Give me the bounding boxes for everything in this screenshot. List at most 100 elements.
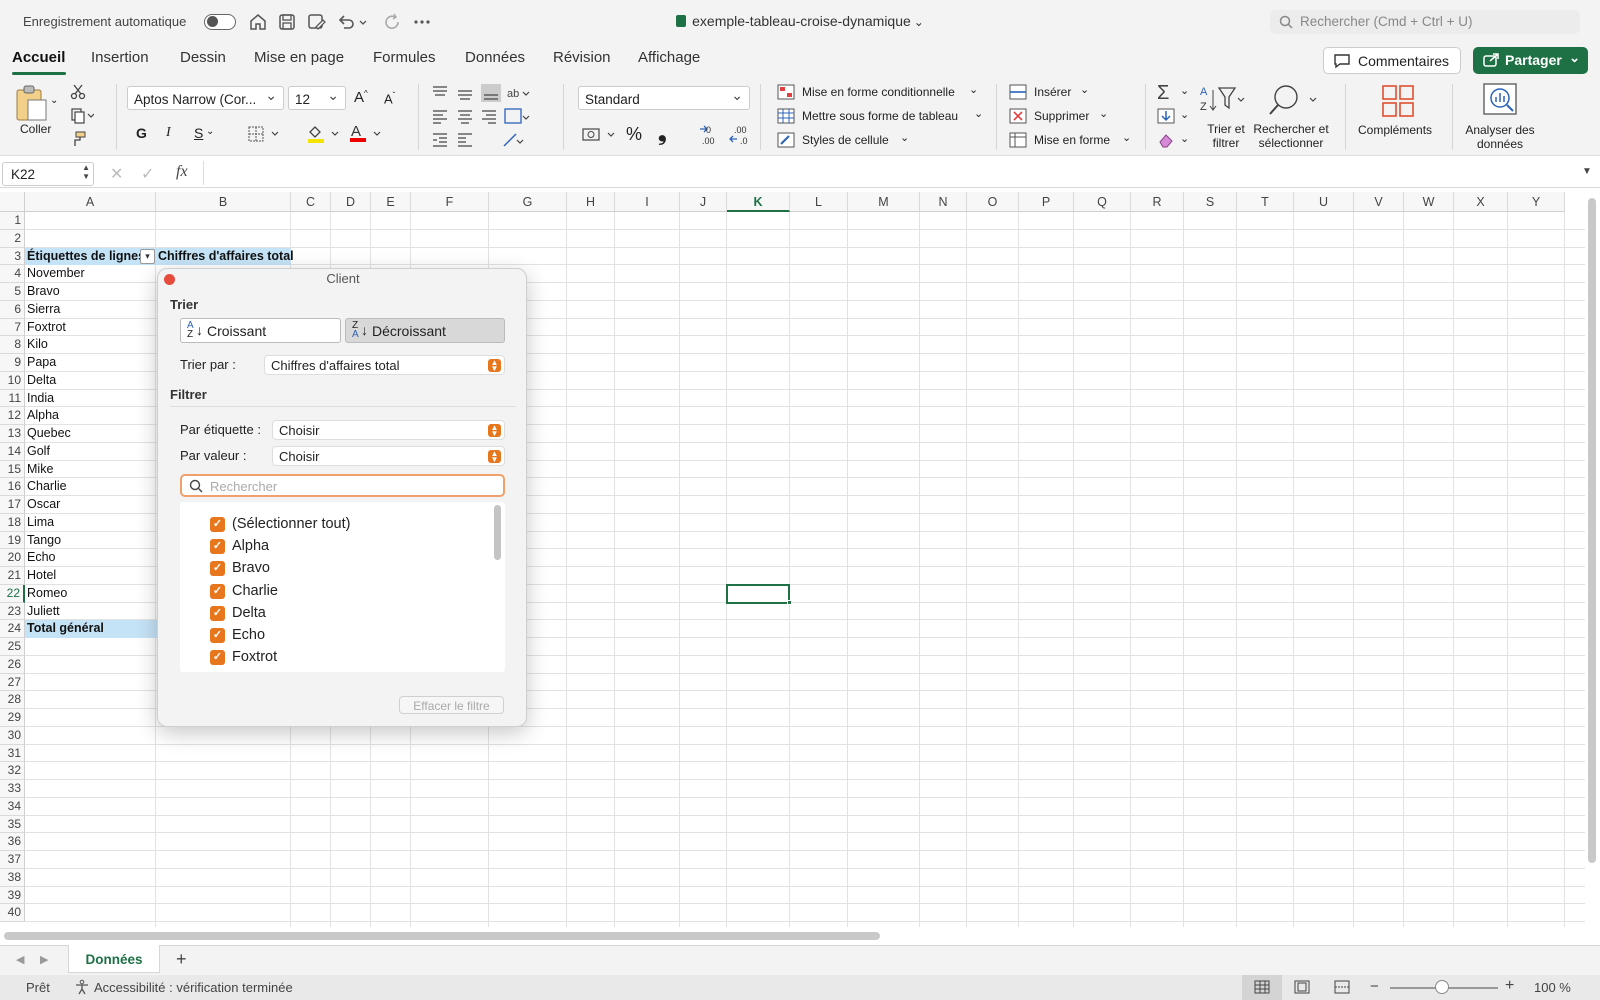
row-header-32[interactable]: 32 xyxy=(0,762,25,780)
decrease-decimal-icon[interactable]: .00.0 xyxy=(728,124,750,146)
filter-search-input[interactable]: Rechercher xyxy=(180,474,505,497)
row-header-2[interactable]: 2 xyxy=(0,229,25,248)
chevron-down-icon[interactable]: ⌄ xyxy=(1180,84,1189,97)
add-sheet-button[interactable]: + xyxy=(176,949,187,970)
search-box[interactable]: Rechercher (Cmd + Ctrl + U) xyxy=(1270,10,1580,34)
column-header-a[interactable]: A xyxy=(25,192,156,212)
row-header-39[interactable]: 39 xyxy=(0,886,25,905)
row-header-30[interactable]: 30 xyxy=(0,726,25,745)
format-painter-icon[interactable] xyxy=(70,131,86,147)
checkbox-checked-icon[interactable]: ✓ xyxy=(210,650,225,666)
chevron-down-icon[interactable]: ⌄ xyxy=(1180,132,1189,145)
sort-descending-button[interactable]: Z A ↓ Décroissant xyxy=(345,318,505,343)
zoom-slider-handle[interactable] xyxy=(1435,980,1449,994)
tab-formules[interactable]: Formules xyxy=(373,49,436,66)
row-header-12[interactable]: 12 xyxy=(0,407,25,425)
fill-icon[interactable] xyxy=(1157,108,1175,124)
row-header-40[interactable]: 40 xyxy=(0,904,25,922)
column-header-y[interactable]: Y xyxy=(1508,192,1565,212)
conditional-format-button[interactable]: Mise en forme conditionnelle xyxy=(802,85,955,99)
pivot-row-label[interactable]: Papa xyxy=(25,354,156,372)
clear-icon[interactable] xyxy=(1157,132,1175,148)
row-header-29[interactable]: 29 xyxy=(0,709,25,727)
chevron-down-icon[interactable]: ⌄ xyxy=(900,131,909,144)
by-value-select[interactable]: Choisir ▲ ▼ xyxy=(272,446,505,466)
bold-button[interactable]: G xyxy=(136,125,147,141)
pivot-row-label[interactable]: Kilo xyxy=(25,336,156,354)
checkbox-checked-icon[interactable]: ✓ xyxy=(210,583,225,599)
row-header-26[interactable]: 26 xyxy=(0,655,25,674)
chevron-down-icon[interactable]: ⌄ xyxy=(974,107,983,120)
find-select-icon[interactable] xyxy=(1268,84,1320,116)
column-header-o[interactable]: O xyxy=(967,192,1019,212)
chevron-down-icon[interactable]: ⌄ xyxy=(914,15,924,29)
comma-button[interactable]: ❟ xyxy=(658,120,667,146)
sort-by-select[interactable]: Chiffres d'affaires total ▲ ▼ xyxy=(264,355,505,375)
row-header-25[interactable]: 25 xyxy=(0,638,25,656)
tab-donnees[interactable]: Données xyxy=(465,49,525,66)
column-header-i[interactable]: I xyxy=(615,192,680,212)
chevron-down-icon[interactable]: ⌄ xyxy=(1080,83,1089,96)
column-header-h[interactable]: H xyxy=(567,192,615,212)
autosum-icon[interactable]: Σ xyxy=(1157,82,1169,105)
checkbox-checked-icon[interactable]: ✓ xyxy=(210,561,225,577)
column-header-c[interactable]: C xyxy=(291,192,331,212)
column-header-j[interactable]: J xyxy=(680,192,727,212)
save-icon[interactable] xyxy=(277,12,297,32)
pivot-row-label[interactable]: Charlie xyxy=(25,478,156,496)
increase-decimal-icon[interactable]: 0.00 xyxy=(698,124,720,146)
list-scrollbar[interactable] xyxy=(494,505,501,560)
pivot-row-label[interactable]: Alpha xyxy=(25,407,156,425)
next-sheet-icon[interactable]: ▶ xyxy=(40,953,48,966)
pivot-row-labels-header[interactable]: Étiquettes de lignes xyxy=(25,247,156,266)
row-header-4[interactable]: 4 xyxy=(0,265,25,283)
italic-button[interactable]: I xyxy=(166,125,171,141)
pivot-row-label[interactable]: Hotel xyxy=(25,567,156,585)
format-cells-icon[interactable] xyxy=(1009,132,1027,148)
pivot-row-label[interactable]: Oscar xyxy=(25,496,156,514)
document-title-text[interactable]: exemple-tableau-croise-dynamique xyxy=(692,13,911,29)
column-header-u[interactable]: U xyxy=(1294,192,1354,212)
column-header-d[interactable]: D xyxy=(331,192,371,212)
by-label-select[interactable]: Choisir ▲ ▼ xyxy=(272,420,505,440)
comments-button[interactable]: Commentaires xyxy=(1323,47,1461,74)
row-header-24[interactable]: 24 xyxy=(0,620,25,638)
row-header-6[interactable]: 6 xyxy=(0,300,25,319)
pivot-row-label[interactable]: Juliett xyxy=(25,603,156,621)
row-header-18[interactable]: 18 xyxy=(0,513,25,532)
vertical-scrollbar[interactable] xyxy=(1588,198,1596,863)
chevron-down-icon[interactable]: ⌄ xyxy=(50,95,58,106)
increase-font-icon[interactable]: A^ xyxy=(354,89,368,106)
chevron-down-icon[interactable]: ⌄ xyxy=(969,83,978,96)
row-header-1[interactable]: 1 xyxy=(0,212,25,230)
row-header-14[interactable]: 14 xyxy=(0,442,25,461)
pivot-values-header[interactable]: Chiffres d'affaires total xyxy=(156,247,294,266)
column-header-t[interactable]: T xyxy=(1237,192,1294,212)
column-header-e[interactable]: E xyxy=(371,192,411,212)
pivot-row-label[interactable]: Lima xyxy=(25,514,156,532)
fill-color-icon[interactable] xyxy=(306,124,340,144)
column-header-n[interactable]: N xyxy=(920,192,967,212)
tab-accueil[interactable]: Accueil xyxy=(12,49,65,66)
previous-sheet-icon[interactable]: ◀ xyxy=(16,953,24,966)
checkbox-checked-icon[interactable]: ✓ xyxy=(210,539,225,555)
pivot-row-label[interactable]: Golf xyxy=(25,443,156,461)
row-header-38[interactable]: 38 xyxy=(0,868,25,887)
filter-dropdown-button[interactable]: ▾ xyxy=(140,249,155,264)
autosave-toggle[interactable] xyxy=(204,14,236,30)
row-header-8[interactable]: 8 xyxy=(0,336,25,354)
percent-button[interactable]: % xyxy=(626,124,642,145)
decrease-font-icon[interactable]: Aˇ xyxy=(384,91,395,106)
column-header-q[interactable]: Q xyxy=(1074,192,1131,212)
cancel-formula-icon[interactable]: ✕ xyxy=(110,164,123,184)
select-all-corner[interactable] xyxy=(0,192,25,212)
normal-view-button[interactable] xyxy=(1242,975,1282,1000)
row-header-36[interactable]: 36 xyxy=(0,833,25,851)
sheet-tab-donnees[interactable]: Données xyxy=(68,945,160,973)
undo-dropdown-icon[interactable] xyxy=(358,12,368,32)
borders-icon[interactable] xyxy=(248,126,280,142)
pivot-row-label[interactable]: Quebec xyxy=(25,425,156,443)
column-header-g[interactable]: G xyxy=(489,192,567,212)
fill-handle[interactable] xyxy=(787,599,792,605)
clear-filter-button[interactable]: Effacer le filtre xyxy=(399,696,504,714)
